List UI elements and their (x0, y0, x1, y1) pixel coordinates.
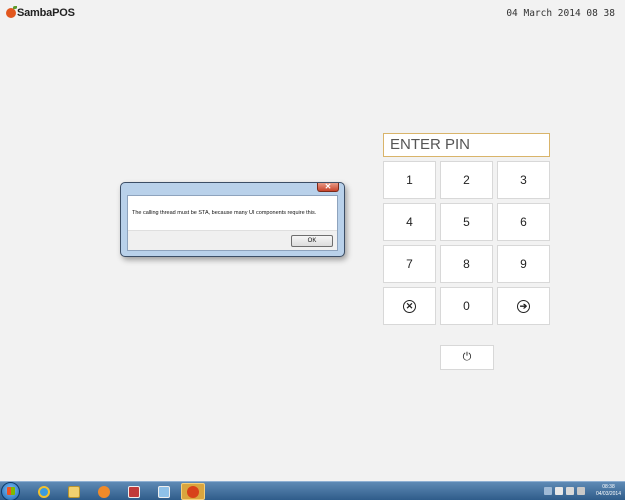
tray-network-icon[interactable] (566, 487, 574, 495)
folder-icon (68, 485, 80, 498)
key-1[interactable]: 1 (383, 161, 436, 199)
sambapos-logo: SambaPOS (6, 5, 75, 21)
dialog-footer: OK (128, 230, 337, 250)
clear-button[interactable]: ✕ (383, 287, 436, 325)
arrow-right-icon: ➔ (517, 299, 530, 313)
taskbar-file-explorer[interactable] (62, 483, 86, 500)
tray-flag-icon[interactable] (555, 487, 563, 495)
media-player-icon (98, 485, 110, 498)
key-4[interactable]: 4 (383, 203, 436, 241)
dialog-close-button[interactable]: ✕ (317, 183, 339, 192)
key-3[interactable]: 3 (497, 161, 550, 199)
key-5[interactable]: 5 (440, 203, 493, 241)
sambapos-app-icon (187, 485, 199, 498)
dialog-message: The calling thread must be STA, because … (132, 210, 317, 216)
key-7[interactable]: 7 (383, 245, 436, 283)
tray-time: 08:38 (602, 484, 615, 490)
header-datetime: 04 March 2014 08 38 (506, 8, 615, 19)
sambapos-logo-icon (6, 6, 17, 18)
tray-clock[interactable]: 08:38 04/03/2014 (596, 484, 621, 498)
windows-logo-icon (7, 487, 15, 495)
tray-date: 04/03/2014 (595, 491, 621, 497)
pin-display[interactable]: ENTER PIN (383, 133, 550, 157)
power-icon: ⏻ (462, 351, 472, 363)
dialog-ok-button[interactable]: OK (291, 235, 333, 247)
power-button[interactable]: ⏻ (440, 345, 494, 370)
app-window-icon (128, 485, 140, 498)
internet-explorer-icon (38, 485, 50, 498)
taskbar-app-1[interactable] (122, 483, 146, 500)
key-9[interactable]: 9 (497, 245, 550, 283)
key-2[interactable]: 2 (440, 161, 493, 199)
key-8[interactable]: 8 (440, 245, 493, 283)
monitor-icon (158, 485, 170, 498)
tray-volume-icon[interactable] (577, 487, 585, 495)
start-button[interactable] (1, 482, 20, 500)
key-0[interactable]: 0 (440, 287, 493, 325)
taskbar-media-player[interactable] (92, 483, 116, 500)
dialog-titlebar[interactable]: ✕ (121, 183, 344, 195)
dialog-body: The calling thread must be STA, because … (127, 195, 338, 251)
taskbar: 08:38 04/03/2014 (0, 481, 625, 500)
key-6[interactable]: 6 (497, 203, 550, 241)
taskbar-sambapos[interactable] (181, 483, 205, 500)
tray-arrow-icon[interactable] (544, 487, 552, 495)
system-tray (544, 487, 585, 495)
clear-icon: ✕ (403, 299, 416, 313)
taskbar-app-2[interactable] (152, 483, 176, 500)
taskbar-internet-explorer[interactable] (32, 483, 56, 500)
app-name: SambaPOS (17, 7, 75, 19)
error-dialog: ✕ The calling thread must be STA, becaus… (120, 182, 345, 257)
enter-button[interactable]: ➔ (497, 287, 550, 325)
